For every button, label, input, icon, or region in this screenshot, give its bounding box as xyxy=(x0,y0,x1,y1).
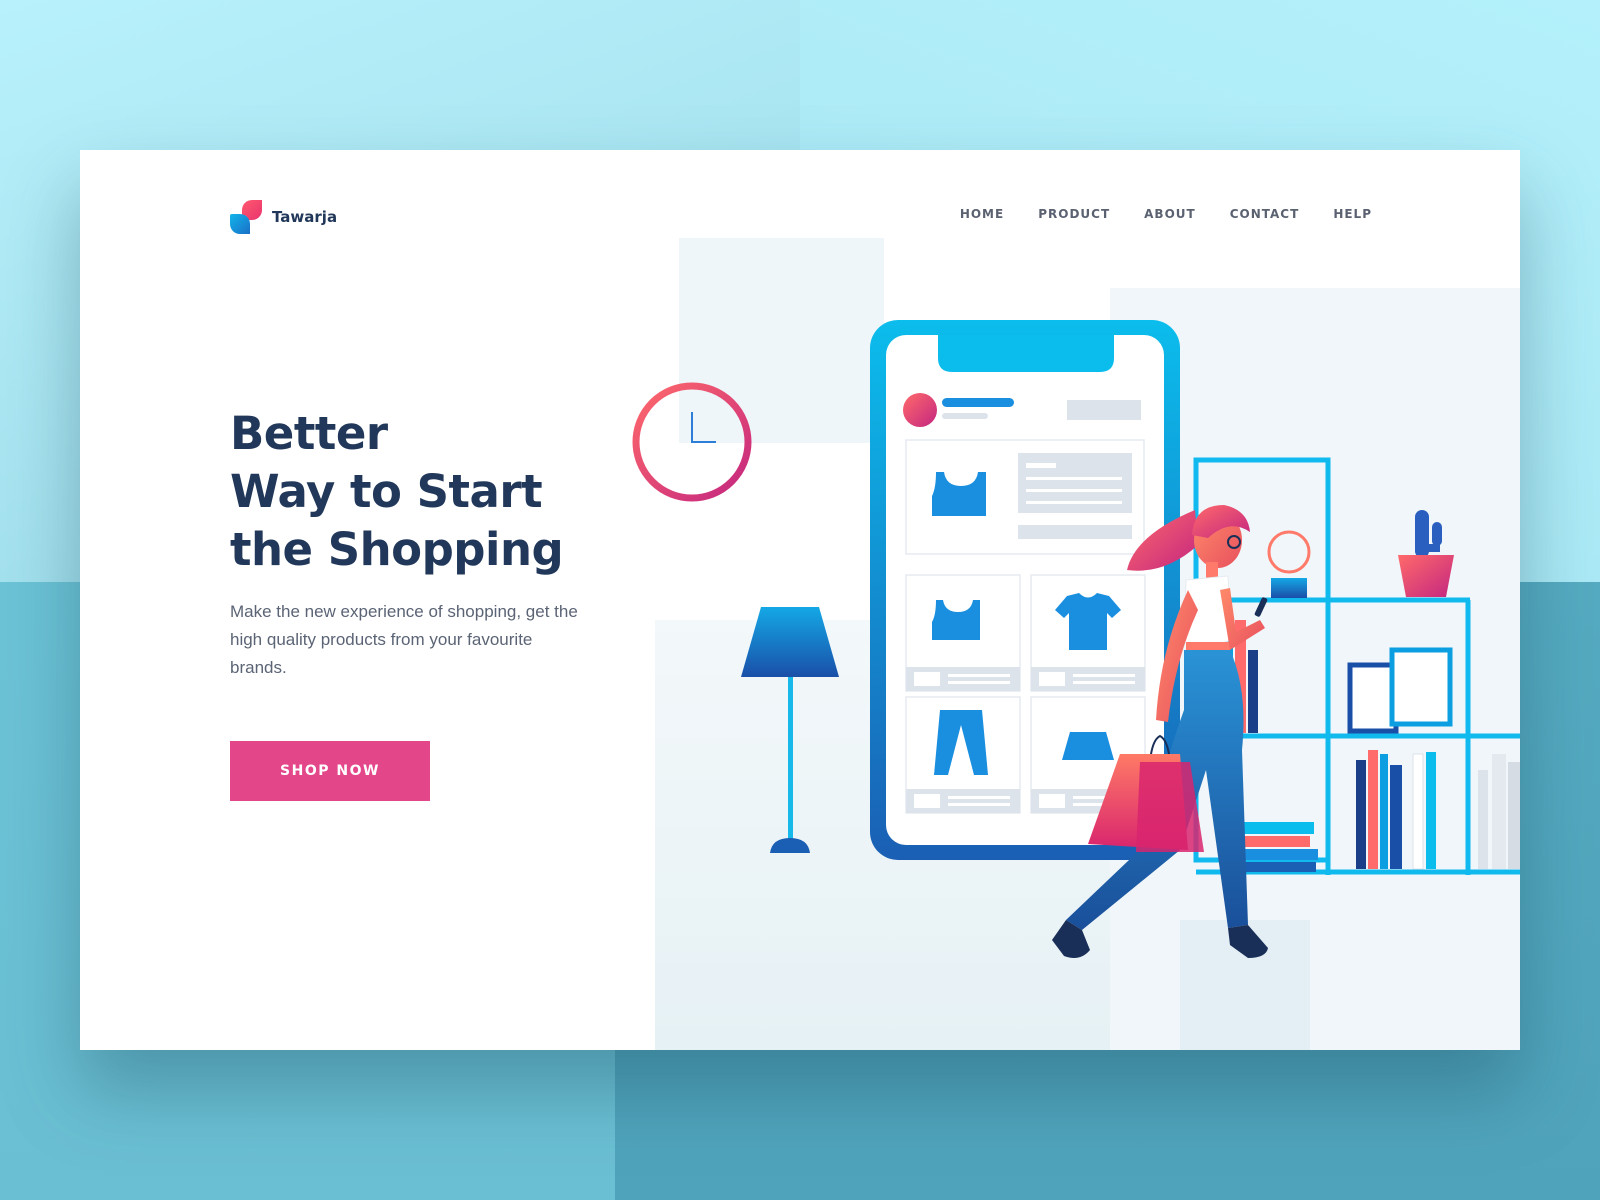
brand-name: Tawarja xyxy=(272,208,338,226)
logo-mark-icon xyxy=(230,200,262,234)
nav-contact[interactable]: CONTACT xyxy=(1230,207,1300,221)
main-nav: HOME PRODUCT ABOUT CONTACT HELP xyxy=(960,207,1372,221)
product-card xyxy=(905,696,1021,814)
hero-description: Make the new experience of shopping, get… xyxy=(230,602,578,677)
nav-help[interactable]: HELP xyxy=(1333,207,1372,221)
hero-title-line: the Shopping xyxy=(230,523,564,576)
nav-about[interactable]: ABOUT xyxy=(1144,207,1196,221)
brand-logo[interactable]: Tawarja xyxy=(230,200,337,234)
landing-page-card: Tawarja HOME PRODUCT ABOUT CONTACT HELP … xyxy=(80,150,1520,1050)
bg-panel xyxy=(679,238,884,443)
shop-now-button[interactable]: SHOP NOW xyxy=(230,741,430,801)
hero-title-line: Way to Start xyxy=(230,465,543,518)
skirt-icon xyxy=(1062,732,1114,760)
product-card xyxy=(905,574,1021,692)
hero-title-line: Better xyxy=(230,407,388,460)
nav-home[interactable]: HOME xyxy=(960,207,1004,221)
product-card xyxy=(1030,574,1146,692)
nav-product[interactable]: PRODUCT xyxy=(1038,207,1110,221)
hero-title: Better Way to Start the Shopping xyxy=(230,405,650,579)
